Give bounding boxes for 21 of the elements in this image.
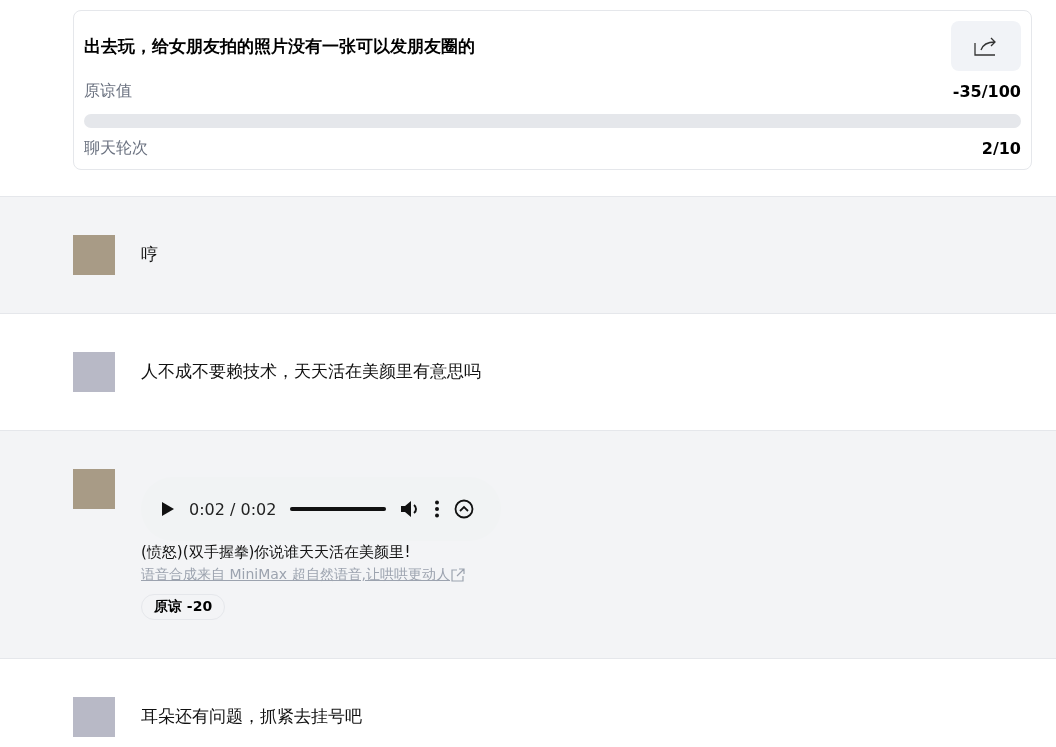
forgiveness-value: -35/100 (952, 82, 1021, 101)
avatar-placeholder (73, 235, 115, 275)
audio-progress-slider[interactable] (290, 507, 387, 511)
external-link-icon (450, 567, 467, 583)
share-button[interactable] (951, 21, 1021, 71)
avatar-placeholder (73, 697, 115, 737)
message-text: (愤怒)(双手握拳)你说谁天天活在美颜里! (141, 543, 412, 562)
collapse-icon[interactable] (454, 499, 475, 519)
message-text: 人不成不要赖技术，天天活在美颜里有意思吗 (141, 360, 481, 383)
play-icon[interactable] (161, 501, 175, 517)
forgiveness-change-badge: 原谅 -20 (141, 594, 226, 620)
forgiveness-label: 原谅值 (84, 81, 132, 102)
rounds-label: 聊天轮次 (84, 138, 148, 159)
message-text: 耳朵还有问题，抓紧去挂号吧 (141, 705, 362, 728)
avatar-placeholder (73, 469, 115, 509)
more-icon[interactable] (434, 500, 441, 518)
message-text: 哼 (141, 243, 158, 266)
audio-time: 0:02 / 0:02 (189, 499, 277, 519)
scenario-title: 出去玩，给女朋友拍的照片没有一张可以发朋友圈的 (84, 34, 475, 58)
rounds-value: 2/10 (981, 139, 1021, 158)
avatar-placeholder (73, 352, 115, 392)
